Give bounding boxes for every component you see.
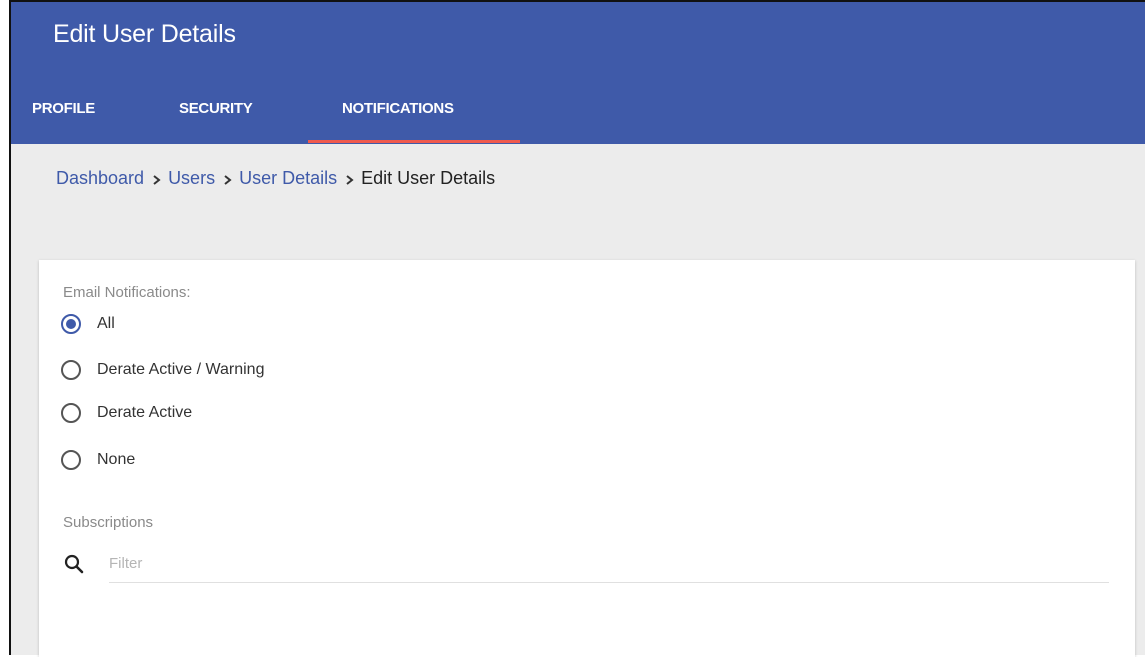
radio-button[interactable] — [61, 403, 81, 423]
tab-profile[interactable]: PROFILE — [32, 100, 95, 117]
radio-dot — [66, 319, 76, 329]
breadcrumb-users[interactable]: Users — [168, 168, 215, 188]
chevron-right-icon — [224, 175, 232, 185]
radio-button[interactable] — [61, 314, 81, 334]
radio-button[interactable] — [61, 450, 81, 470]
radio-option-none[interactable]: None — [61, 448, 135, 472]
page-title: Edit User Details — [53, 20, 236, 48]
radio-label: Derate Active / Warning — [97, 361, 265, 378]
radio-label: All — [97, 315, 115, 332]
email-notifications-label: Email Notifications: — [63, 284, 191, 301]
subscriptions-filter-input[interactable] — [109, 548, 1109, 583]
radio-label: None — [97, 451, 136, 468]
radio-option-derate-active-warning[interactable]: Derate Active / Warning — [61, 358, 264, 382]
breadcrumb: Dashboard Users User Details Edit User Deta… — [56, 168, 495, 189]
search-icon — [64, 554, 84, 574]
active-tab-indicator — [308, 140, 520, 143]
chevron-right-icon — [153, 175, 161, 185]
notifications-card: Email Notifications: All Derate Active /… — [39, 260, 1135, 657]
app-window: Edit User Details PROFILE SECURITY NOTIF… — [9, 0, 1145, 657]
breadcrumb-user-details[interactable]: User Details — [239, 168, 337, 188]
app-bar: Edit User Details PROFILE SECURITY NOTIF… — [11, 2, 1145, 144]
subscriptions-label: Subscriptions — [63, 514, 154, 531]
breadcrumb-current: Edit User Details — [361, 168, 496, 188]
radio-button[interactable] — [61, 360, 81, 380]
radio-option-derate-active[interactable]: Derate Active — [61, 401, 192, 425]
tab-notifications[interactable]: NOTIFICATIONS — [342, 100, 454, 117]
tab-security[interactable]: SECURITY — [179, 100, 253, 117]
chevron-right-icon — [346, 175, 354, 185]
radio-label: Derate Active — [97, 404, 193, 421]
radio-option-all[interactable]: All — [61, 312, 115, 336]
breadcrumb-dashboard[interactable]: Dashboard — [56, 168, 144, 188]
